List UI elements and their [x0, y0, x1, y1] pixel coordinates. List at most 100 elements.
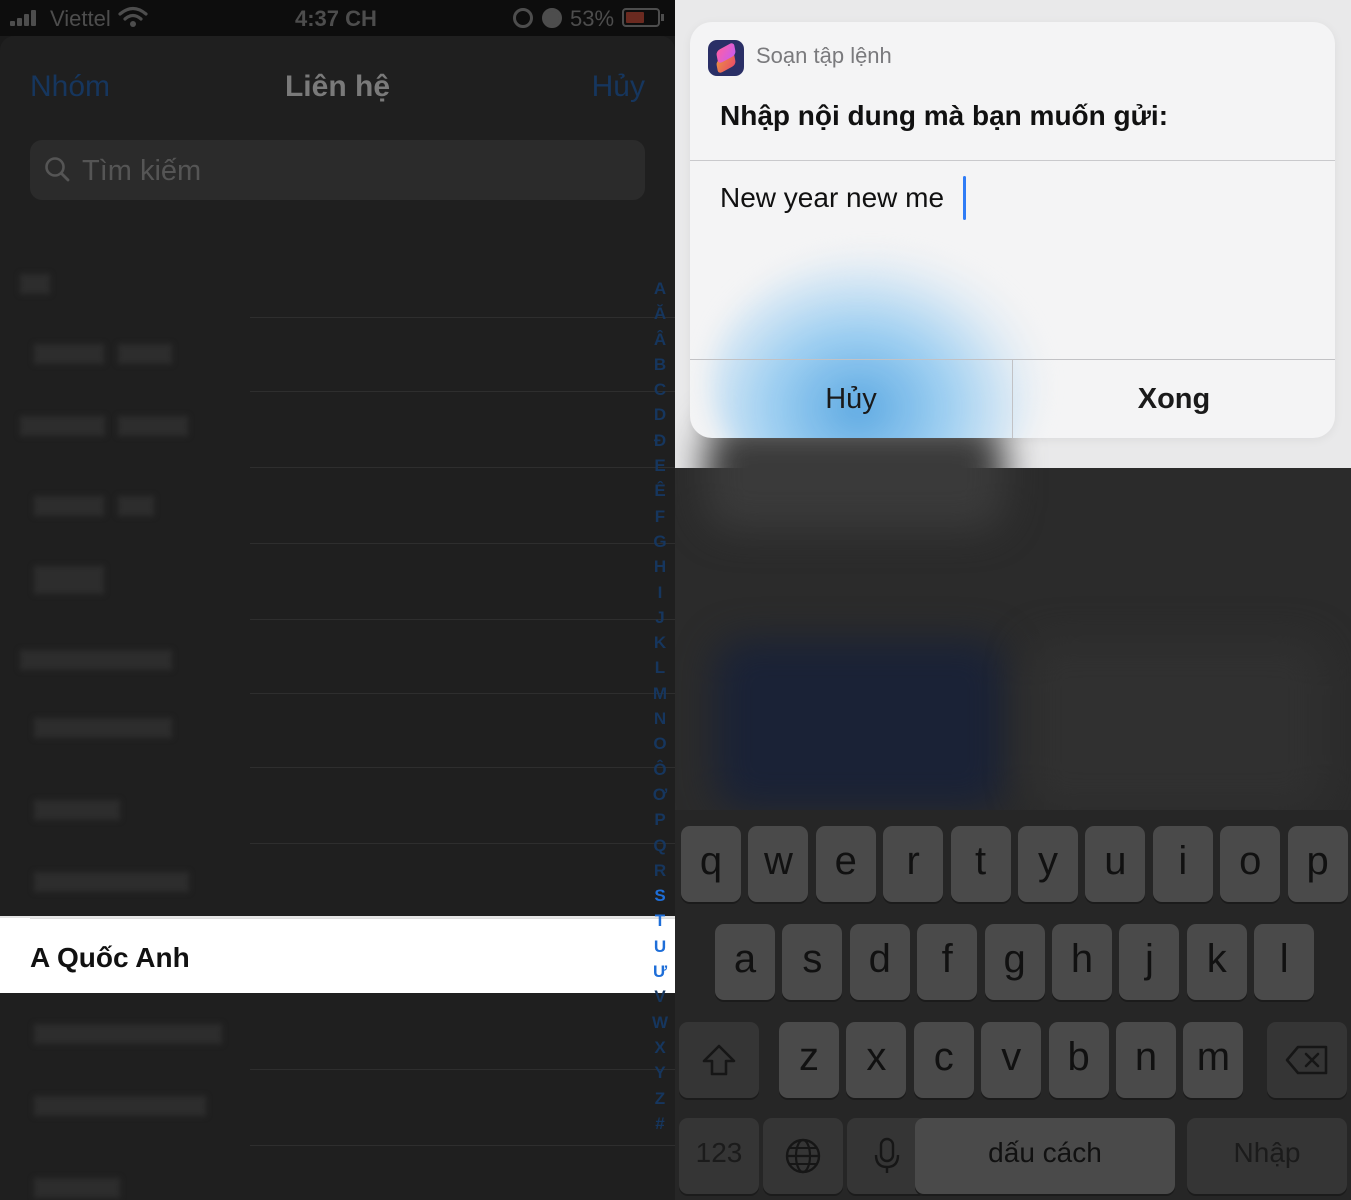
status-bar: Viettel 4:37 CH 53% [0, 0, 675, 36]
index-letter[interactable]: M [645, 681, 675, 706]
dialog-prompt: Nhập nội dung mà bạn muốn gửi: [720, 100, 1169, 131]
index-letter[interactable]: G [645, 529, 675, 554]
index-letter[interactable]: Ô [645, 757, 675, 782]
input-dialog: Soạn tập lệnh Nhập nội dung mà bạn muốn … [690, 22, 1335, 438]
key-d[interactable]: d [849, 924, 910, 1000]
list-item[interactable] [0, 316, 675, 392]
index-letter[interactable]: A [645, 276, 675, 301]
app-name: Soạn tập lệnh [756, 43, 892, 68]
key-k[interactable]: k [1186, 924, 1247, 1000]
key-l[interactable]: l [1254, 924, 1315, 1000]
blurred-background [1025, 640, 1325, 810]
index-letter[interactable]: X [645, 1035, 675, 1060]
list-item[interactable] [0, 392, 675, 468]
list-item[interactable] [0, 618, 675, 694]
index-letter[interactable]: H [645, 554, 675, 579]
key-f[interactable]: f [917, 924, 978, 1000]
key-n[interactable]: n [1116, 1022, 1176, 1098]
key-u[interactable]: u [1085, 826, 1146, 902]
index-letter[interactable]: Q [645, 833, 675, 858]
delete-key[interactable] [1267, 1022, 1347, 1098]
key-w[interactable]: w [748, 826, 809, 902]
cellular-signal-icon [10, 10, 42, 26]
contact-row-selected[interactable]: A Quốc Anh [0, 916, 675, 993]
index-letter[interactable]: D [645, 402, 675, 427]
key-p[interactable]: p [1287, 826, 1348, 902]
index-letter[interactable]: B [645, 352, 675, 377]
key-a[interactable]: a [715, 924, 775, 1000]
index-letter[interactable]: Y [645, 1060, 675, 1085]
list-item[interactable] [0, 994, 675, 1070]
key-h[interactable]: h [1052, 924, 1112, 1000]
index-letter[interactable]: T [645, 908, 675, 933]
search-icon [45, 157, 70, 182]
list-item[interactable] [0, 842, 645, 918]
index-letter[interactable]: K [645, 630, 675, 655]
key-v[interactable]: v [981, 1022, 1042, 1098]
cancel-button[interactable]: Hủy [592, 70, 645, 104]
key-x[interactable]: x [846, 1022, 907, 1098]
key-y[interactable]: y [1018, 826, 1078, 902]
globe-key[interactable] [763, 1118, 843, 1194]
key-b[interactable]: b [1048, 1022, 1109, 1098]
list-item[interactable] [0, 468, 675, 544]
index-letter[interactable]: W [645, 1010, 675, 1035]
message-input[interactable]: New year new me [720, 182, 944, 214]
backspace-icon [1285, 1045, 1328, 1075]
key-o[interactable]: o [1220, 826, 1281, 902]
contact-name: A Quốc Anh [30, 942, 190, 973]
key-m[interactable]: m [1183, 1022, 1244, 1098]
index-letter[interactable]: R [645, 858, 675, 883]
key-q[interactable]: q [681, 826, 741, 902]
key-j[interactable]: j [1119, 924, 1180, 1000]
alphabet-index[interactable]: A Ă Â B C D Đ E Ê F G H I J K L M N O Ô Ơ P Q R S T U Ư V W X Y Z # [645, 276, 675, 1136]
index-letter[interactable]: Đ [645, 428, 675, 453]
index-letter[interactable]: P [645, 807, 675, 832]
key-e[interactable]: e [815, 826, 876, 902]
dialog-cancel-button[interactable]: Hủy [690, 360, 1012, 438]
shortcut-pane: Soạn tập lệnh Nhập nội dung mà bạn muốn … [675, 0, 1351, 1200]
wifi-icon [118, 6, 148, 27]
microphone-icon [874, 1137, 900, 1173]
index-letter[interactable]: I [645, 580, 675, 605]
index-letter[interactable]: J [645, 605, 675, 630]
key-i[interactable]: i [1152, 826, 1213, 902]
return-key[interactable]: Nhập [1187, 1118, 1347, 1194]
key-z[interactable]: z [779, 1022, 839, 1098]
index-letter[interactable]: C [645, 377, 675, 402]
index-letter[interactable]: Ơ [645, 782, 675, 807]
key-t[interactable]: t [950, 826, 1011, 902]
key-r[interactable]: r [883, 826, 944, 902]
index-letter[interactable]: F [645, 504, 675, 529]
list-item[interactable] [0, 1146, 645, 1200]
index-letter[interactable]: U [645, 934, 675, 959]
index-letter[interactable]: Ư [645, 959, 675, 984]
index-letter[interactable]: # [645, 1111, 675, 1136]
index-letter[interactable]: V [645, 984, 675, 1009]
index-letter[interactable]: L [645, 655, 675, 680]
list-item[interactable] [0, 692, 675, 768]
list-item[interactable] [0, 544, 675, 620]
index-letter[interactable]: Z [645, 1086, 675, 1111]
orientation-lock-icon [513, 8, 533, 28]
list-item[interactable] [0, 242, 675, 318]
list-item[interactable] [0, 768, 675, 844]
contacts-pane: Viettel 4:37 CH 53% Nhóm Liên hệ Hủy Tìm… [0, 0, 675, 1200]
index-letter[interactable]: Ă [645, 301, 675, 326]
dialog-done-button[interactable]: Xong [1013, 360, 1335, 438]
index-letter[interactable]: O [645, 731, 675, 756]
index-letter[interactable]: Â [645, 327, 675, 352]
search-input[interactable]: Tìm kiếm [30, 140, 645, 200]
list-item[interactable] [0, 1070, 675, 1146]
shift-key[interactable] [679, 1022, 759, 1098]
numbers-key[interactable]: 123 [679, 1118, 759, 1194]
index-letter[interactable]: E [645, 453, 675, 478]
index-letter[interactable]: S [645, 883, 675, 908]
index-letter[interactable]: N [645, 706, 675, 731]
space-key[interactable]: dấu cách [915, 1118, 1175, 1194]
key-c[interactable]: c [913, 1022, 974, 1098]
key-s[interactable]: s [782, 924, 843, 1000]
index-letter[interactable]: Ê [645, 478, 675, 503]
shift-icon [702, 1044, 736, 1076]
key-g[interactable]: g [984, 924, 1045, 1000]
